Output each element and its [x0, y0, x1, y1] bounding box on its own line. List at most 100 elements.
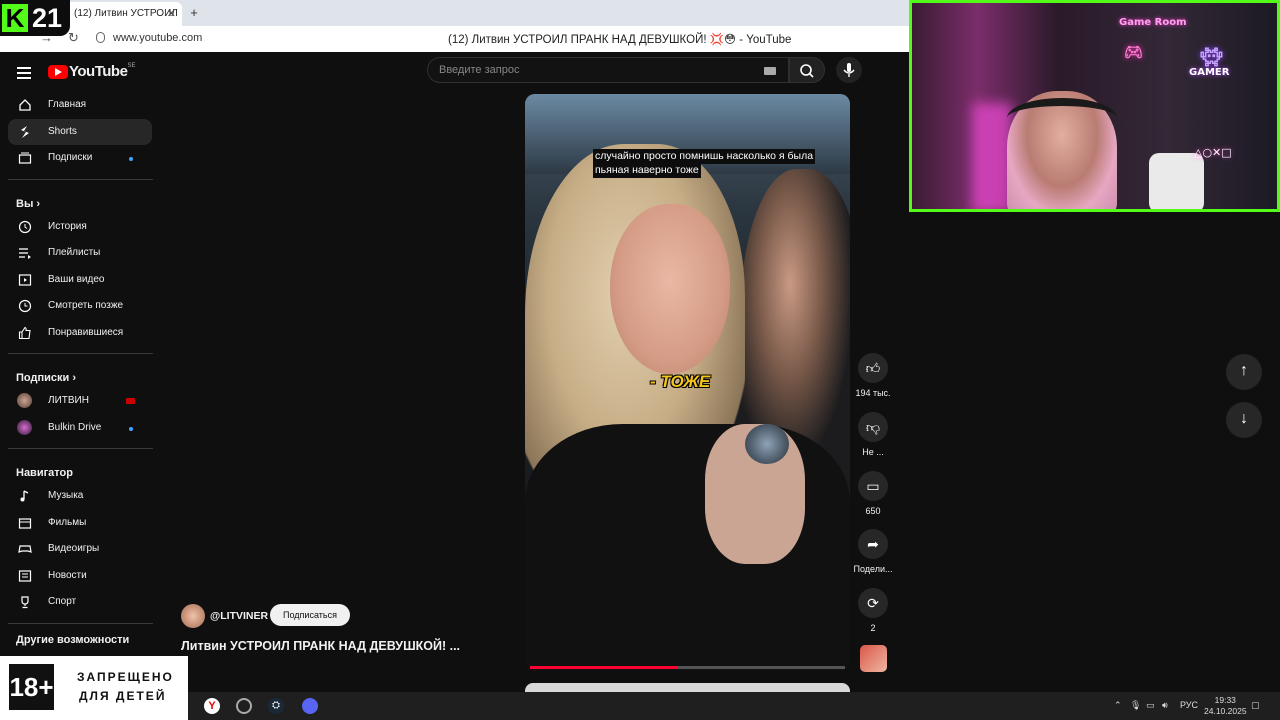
comments-button[interactable]: ▭ 650 — [852, 471, 894, 516]
share-icon: ➦ — [858, 529, 888, 559]
avatar — [17, 393, 32, 408]
sidebar-item-sport[interactable]: Спорт — [8, 589, 152, 616]
sidebar-item-home[interactable]: Главная — [8, 92, 152, 119]
window-title: (12) Литвин УСТРОИЛ ПРАНК НАД ДЕВУШКОЙ! … — [448, 34, 792, 46]
age-warning-line1: ЗАПРЕЩЕНО — [77, 670, 174, 684]
gamepad-neon-icon: 🎮︎ — [1124, 43, 1144, 61]
kick-logo-icon: K — [2, 4, 28, 32]
webcam-light — [972, 103, 1012, 209]
chevron-right-icon: › — [72, 372, 76, 384]
youtube-logo[interactable]: YouTubeSE — [48, 63, 135, 81]
browser-tab[interactable]: (12) Литвин УСТРОИЛ ✕ — [62, 2, 182, 26]
sidebar-item-shorts[interactable]: Shorts — [8, 118, 152, 145]
yandex-browser-icon[interactable]: Y — [204, 698, 220, 714]
sidebar-item-subscriptions[interactable]: Подписки — [8, 145, 152, 172]
keyboard-icon[interactable] — [764, 67, 776, 75]
channel-avatar[interactable] — [181, 604, 205, 628]
search-input[interactable]: Введите запрос — [427, 57, 789, 83]
shorts-icon — [21, 125, 29, 138]
mic-tray-icon[interactable]: 🎙︎ — [1130, 700, 1141, 711]
sidebar-item-label: Музыка — [48, 490, 84, 501]
playlists-icon — [19, 248, 31, 259]
lock-icon — [96, 32, 105, 43]
sidebar-header-more: Другие возможности — [8, 632, 152, 658]
sidebar-item-watch-later[interactable]: Смотреть позже — [8, 293, 152, 320]
menu-icon[interactable] — [17, 64, 31, 82]
divider — [8, 353, 153, 354]
sidebar-item-movies[interactable]: Фильмы — [8, 510, 152, 537]
language-indicator[interactable]: РУС — [1180, 700, 1198, 710]
mic-icon — [843, 63, 855, 77]
like-count: 194 тыс. — [855, 388, 891, 398]
remix-count: 2 — [870, 623, 876, 633]
reload-icon[interactable]: ↻ — [68, 30, 79, 46]
trophy-icon — [21, 596, 29, 609]
sidebar-item-channel-litvin[interactable]: ЛИТВИН — [8, 388, 152, 415]
sidebar-item-history[interactable]: История — [8, 214, 152, 241]
audio-source-avatar[interactable] — [860, 645, 887, 672]
sidebar-item-playlists[interactable]: Плейлисты — [8, 240, 152, 267]
sidebar-item-label: Главная — [48, 99, 87, 110]
sidebar-item-music[interactable]: Музыка — [8, 483, 152, 510]
new-tab-button[interactable]: + — [186, 5, 202, 21]
url-field[interactable]: www.youtube.com — [113, 32, 202, 44]
sidebar-item-news[interactable]: Новости — [8, 563, 152, 590]
sidebar-item-label: История — [48, 220, 87, 232]
system-clock[interactable]: 19:33 24.10.2025 — [1204, 695, 1247, 717]
sidebar-item-label: Новости — [48, 569, 87, 581]
playstation-neon-icon: △○✕□ — [1194, 146, 1232, 159]
streamer-microphone — [1149, 153, 1204, 209]
sidebar-item-your-videos[interactable]: Ваши видео — [8, 267, 152, 294]
sidebar-header-you[interactable]: Вы › — [8, 188, 152, 214]
volume-icon[interactable]: 🔊︎ — [1162, 700, 1168, 711]
sidebar-item-label: Shorts — [48, 125, 77, 137]
webcam-overlay: Game Room 🎮︎ 👾︎ GAMER △○✕□ — [909, 0, 1280, 212]
sidebar-header-subscriptions[interactable]: Подписки › — [8, 362, 152, 388]
clock-time: 19:33 — [1214, 695, 1236, 705]
remix-button[interactable]: ⟳ 2 — [852, 588, 894, 633]
live-indicator-icon — [126, 398, 135, 404]
tab-close-icon[interactable]: ✕ — [167, 7, 176, 20]
video-progress-bar[interactable] — [530, 666, 845, 669]
search-button[interactable] — [789, 57, 825, 83]
voice-search-button[interactable] — [836, 57, 862, 83]
chevron-up-icon[interactable]: ⌃ — [1114, 700, 1122, 711]
avatar — [17, 419, 32, 435]
discord-icon[interactable] — [302, 698, 318, 714]
address-bar: → ↻ www.youtube.com (12) Литвин УСТРОИЛ … — [0, 26, 910, 52]
dislike-button[interactable]: 👎︎ Не ... — [852, 412, 894, 457]
arrow-up-icon: ↑ — [1240, 362, 1248, 379]
steam-icon[interactable]: ⛭ — [268, 698, 284, 714]
neon-sign-game-room: Game Room — [1119, 17, 1187, 28]
notifications-icon[interactable]: ▢ — [1251, 700, 1260, 711]
obs-icon[interactable] — [236, 698, 252, 714]
age-rating-badge: 18+ ЗАПРЕЩЕНО ДЛЯ ДЕТЕЙ — [0, 656, 188, 720]
thumbs-up-icon: 👍︎ — [858, 353, 888, 383]
divider — [8, 448, 153, 449]
logo-text: YouTube — [69, 63, 128, 81]
share-button[interactable]: ➦ Подели... — [852, 529, 894, 574]
next-short-button[interactable]: ↓ — [1226, 402, 1262, 438]
video-caption-line2: пьяная наверно тоже — [593, 163, 701, 178]
sidebar-item-liked[interactable]: Понравившиеся — [8, 320, 152, 347]
channel-name[interactable]: @LITVINER — [210, 610, 268, 622]
subscribe-button[interactable]: Подписаться — [270, 604, 350, 626]
logo-country: SE — [127, 63, 136, 69]
watch-later-icon — [18, 299, 32, 313]
network-icon[interactable]: ▭ — [1146, 700, 1155, 711]
sidebar-item-channel-bulkin[interactable]: Bulkin Drive — [8, 415, 152, 442]
browser-tab-bar: (12) Литвин УСТРОИЛ ✕ + — [0, 0, 910, 26]
search-placeholder: Введите запрос — [439, 64, 520, 76]
short-title[interactable]: Литвин УСТРОИЛ ПРАНК НАД ДЕВУШКОЙ! ... — [181, 639, 460, 653]
sidebar-item-gaming[interactable]: Видеоигры — [8, 536, 152, 563]
liked-icon — [18, 326, 31, 339]
short-video-player[interactable]: случайно просто помнишь насколько я была… — [525, 94, 850, 671]
sidebar-item-label: Фильмы — [48, 516, 87, 528]
youtube-play-icon — [48, 64, 68, 79]
previous-short-button[interactable]: ↑ — [1226, 354, 1262, 390]
sidebar-item-label: Понравившиеся — [48, 326, 124, 338]
headphones — [1007, 98, 1117, 138]
chevron-right-icon: › — [36, 197, 41, 210]
section-title: Подписки — [16, 372, 70, 384]
like-button[interactable]: 👍︎ 194 тыс. — [852, 353, 894, 398]
